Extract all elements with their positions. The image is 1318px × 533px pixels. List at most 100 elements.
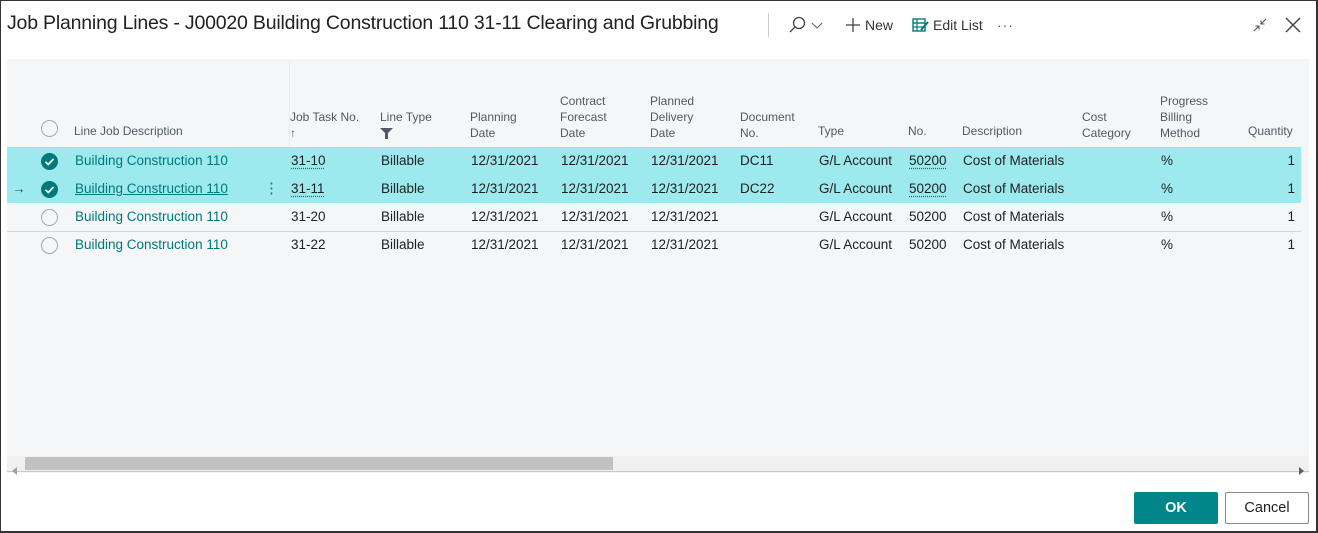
cell-contract-forecast-date: 12/31/2021 — [561, 153, 629, 168]
edit-list-label: Edit List — [933, 17, 983, 33]
cell-line-type: Billable — [381, 237, 425, 252]
column-header-label: Method — [1160, 126, 1201, 140]
column-header-type[interactable]: Type — [818, 123, 844, 139]
cell-progress-billing-method: % — [1161, 153, 1174, 168]
column-header-contract-forecast-date[interactable]: Contract Forecast Date — [560, 93, 607, 141]
cell-type: G/L Account — [819, 181, 893, 196]
table-row[interactable]: Building Construction 110 31-10 Billable 12… — [7, 147, 1301, 175]
cell-description: Cost of Materials — [963, 181, 1065, 196]
cell-line-type: Billable — [381, 181, 425, 196]
filter-icon — [380, 127, 432, 143]
cell-progress-billing-method: % — [1161, 181, 1174, 196]
column-header-label: Delivery — [650, 110, 694, 124]
column-header-label: Billing — [1160, 110, 1193, 124]
cell-line-job-description[interactable]: Building Construction 110 — [75, 237, 228, 252]
current-row-arrow-icon: → — [12, 181, 26, 196]
column-header-line-job-description[interactable]: Line Job Description — [74, 123, 183, 139]
table-row[interactable]: Building Construction 110 31-20 Billable 12… — [7, 203, 1301, 231]
column-header-job-task-no[interactable]: Job Task No. ↑ — [290, 109, 359, 141]
cell-progress-billing-method: % — [1161, 209, 1174, 224]
cell-job-task-no[interactable]: 31-10 — [291, 153, 326, 168]
job-planning-lines-dialog: Job Planning Lines - J00020 Building Con… — [0, 0, 1318, 533]
page-title: Job Planning Lines - J00020 Building Con… — [7, 12, 719, 34]
row-actions-menu-icon[interactable]: ⋮ — [264, 179, 279, 197]
cell-planned-delivery-date: 12/31/2021 — [651, 181, 719, 196]
column-header-label: Date — [650, 126, 676, 140]
cell-type: G/L Account — [819, 237, 893, 252]
cell-description: Cost of Materials — [963, 237, 1065, 252]
scroll-left-arrow-icon[interactable] — [12, 460, 17, 479]
row-select-checkbox[interactable] — [41, 209, 58, 226]
cell-contract-forecast-date: 12/31/2021 — [561, 237, 629, 252]
cell-contract-forecast-date: 12/31/2021 — [561, 209, 629, 224]
search-icon — [787, 15, 807, 35]
column-header-label: Progress — [1160, 94, 1209, 108]
cell-planned-delivery-date: 12/31/2021 — [651, 153, 719, 168]
cell-line-job-description[interactable]: Building Construction 110 — [75, 181, 228, 196]
column-header-document-no[interactable]: Document No. — [740, 109, 795, 141]
column-header-label: Date — [470, 126, 496, 140]
new-button[interactable]: New — [844, 13, 893, 37]
cell-job-task-no[interactable]: 31-22 — [291, 237, 326, 252]
dialog-header: Job Planning Lines - J00020 Building Con… — [1, 1, 1316, 59]
toolbar-divider — [768, 13, 769, 37]
column-header-description[interactable]: Description — [962, 123, 1022, 139]
scrollbar-thumb[interactable] — [25, 457, 613, 470]
cell-line-type: Billable — [381, 209, 425, 224]
row-select-checkbox[interactable] — [41, 181, 58, 198]
checkmark-icon — [44, 158, 55, 166]
horizontal-scrollbar[interactable] — [7, 456, 1309, 475]
column-header-label: Contract — [560, 94, 606, 108]
column-header-label: Cost — [1082, 110, 1107, 124]
job-planning-lines-list: Line Job Description Job Task No. ↑ Line… — [7, 59, 1309, 473]
cell-quantity: 1 — [1287, 209, 1295, 224]
cell-quantity: 1 — [1287, 237, 1295, 252]
column-header-label: Document — [740, 110, 795, 124]
cell-planning-date: 12/31/2021 — [471, 209, 539, 224]
cancel-button[interactable]: Cancel — [1225, 492, 1309, 524]
cell-line-job-description[interactable]: Building Construction 110 — [75, 209, 228, 224]
scroll-right-arrow-icon[interactable] — [1299, 460, 1304, 479]
column-header-quantity[interactable]: Quantity — [1248, 123, 1293, 139]
edit-list-button[interactable]: Edit List — [912, 13, 983, 37]
column-header-no[interactable]: No. — [908, 123, 927, 139]
column-header-planned-delivery-date[interactable]: Planned Delivery Date — [650, 93, 694, 141]
column-header-progress-billing-method[interactable]: Progress Billing Method — [1160, 93, 1208, 141]
more-icon: ··· — [997, 17, 1014, 33]
cell-job-task-no[interactable]: 31-11 — [291, 181, 325, 196]
cell-line-job-description[interactable]: Building Construction 110 — [75, 153, 228, 168]
more-options-button[interactable]: ··· — [997, 13, 1014, 37]
column-header-label: Job Task No. — [290, 110, 360, 124]
column-header-cost-category[interactable]: Cost Category — [1082, 109, 1131, 141]
cell-no[interactable]: 50200 — [909, 181, 947, 196]
table-row[interactable]: Building Construction 110 31-22 Billable 12… — [7, 231, 1301, 259]
close-button[interactable] — [1283, 13, 1303, 37]
cell-quantity: 1 — [1287, 181, 1295, 196]
ok-button[interactable]: OK — [1134, 492, 1218, 524]
cell-type: G/L Account — [819, 209, 893, 224]
cell-quantity: 1 — [1287, 153, 1295, 168]
row-select-checkbox[interactable] — [41, 153, 58, 170]
search-button[interactable] — [787, 13, 823, 37]
cell-no[interactable]: 50200 — [909, 237, 947, 252]
table-row[interactable]: → ⋮ Building Construction 110 31-11 Billable… — [7, 175, 1301, 203]
chevron-down-icon — [811, 19, 823, 31]
cell-document-no: DC22 — [740, 181, 775, 196]
collapse-button[interactable] — [1251, 13, 1269, 37]
cell-no[interactable]: 50200 — [909, 153, 947, 168]
column-header-label: Forecast — [560, 110, 607, 124]
cell-description: Cost of Materials — [963, 153, 1065, 168]
sort-ascending-icon: ↑ — [290, 126, 296, 140]
cell-job-task-no[interactable]: 31-20 — [291, 209, 326, 224]
row-select-checkbox[interactable] — [41, 237, 58, 254]
column-header-label: Planning — [470, 110, 517, 124]
column-header-label: Date — [560, 126, 586, 140]
cell-planned-delivery-date: 12/31/2021 — [651, 237, 719, 252]
column-header-label: Planned — [650, 94, 695, 108]
edit-list-icon — [912, 17, 929, 33]
plus-icon — [844, 16, 862, 34]
column-header-line-type[interactable]: Line Type — [380, 109, 432, 143]
select-all-checkbox[interactable] — [41, 120, 58, 137]
cell-no[interactable]: 50200 — [909, 209, 947, 224]
column-header-planning-date[interactable]: Planning Date — [470, 109, 517, 141]
